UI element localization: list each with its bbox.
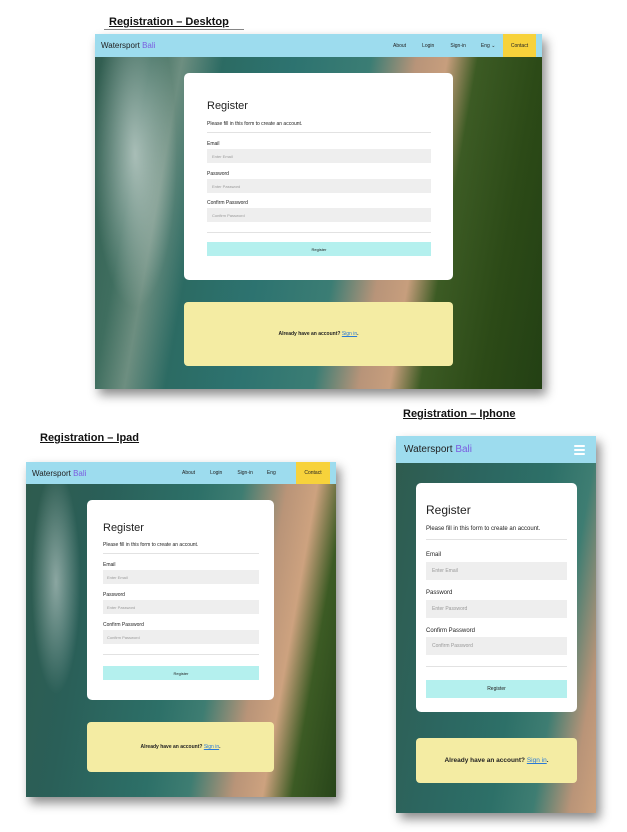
signin-link[interactable]: Sign in (204, 744, 219, 750)
signin-prompt-box: Already have an account? Sign in. (416, 738, 577, 783)
nav-links: About Login Sign-in Eng ⌄ (393, 34, 495, 57)
divider (426, 666, 567, 667)
email-field[interactable]: Enter Email (103, 570, 259, 584)
confirm-password-label: Confirm Password (207, 200, 248, 206)
password-field[interactable]: Enter Password (207, 179, 431, 193)
register-subtitle: Please fill in this form to create an ac… (207, 121, 303, 127)
nav-about[interactable]: About (393, 43, 406, 49)
signin-link[interactable]: Sign in (342, 331, 357, 337)
navbar: Watersport Bali About Login Sign-in Eng … (95, 34, 542, 57)
nav-login[interactable]: Login (210, 470, 222, 476)
password-placeholder: Enter Password (432, 606, 468, 612)
register-subtitle: Please fill in this form to create an ac… (103, 542, 199, 548)
desktop-title-rule (104, 29, 244, 30)
desktop-section-title: Registration – Desktop (109, 16, 229, 28)
password-placeholder: Enter Password (212, 183, 241, 189)
nav-about[interactable]: About (182, 470, 195, 476)
confirm-password-label: Confirm Password (103, 622, 144, 628)
confirm-password-placeholder: Confirm Password (107, 634, 140, 640)
nav-language[interactable]: Eng ⌄ (481, 43, 496, 49)
hamburger-menu-icon[interactable] (574, 445, 585, 455)
email-placeholder: Enter Email (212, 153, 233, 159)
brand-logo[interactable]: Watersport Bali (101, 41, 155, 50)
nav-signin[interactable]: Sign-in (450, 43, 466, 49)
divider (426, 539, 567, 540)
desktop-mockup: Watersport Bali About Login Sign-in Eng … (95, 34, 542, 389)
password-placeholder: Enter Password (107, 604, 136, 610)
signin-prompt-box: Already have an account? Sign in. (87, 722, 274, 772)
ipad-mockup: Watersport Bali About Login Sign-in Eng … (26, 462, 336, 797)
signin-suffix: . (219, 744, 221, 750)
signin-suffix: . (546, 757, 549, 764)
password-label: Password (207, 171, 229, 177)
register-button[interactable]: Register (207, 242, 431, 256)
register-heading: Register (207, 100, 248, 112)
email-label: Email (426, 552, 442, 558)
nav-language[interactable]: Eng (267, 470, 276, 476)
chevron-down-icon: ⌄ (491, 42, 496, 49)
navbar: Watersport Bali (396, 436, 596, 463)
register-card: Register Please fill in this form to cre… (416, 483, 577, 712)
register-subtitle: Please fill in this form to create an ac… (426, 526, 541, 532)
confirm-password-label: Confirm Password (426, 628, 476, 634)
email-label: Email (207, 141, 220, 147)
confirm-password-placeholder: Confirm Password (212, 212, 245, 218)
signin-prompt-text: Already have an account? (278, 331, 341, 337)
ipad-section-title: Registration – Ipad (40, 432, 140, 444)
register-heading: Register (426, 503, 471, 517)
nav-links: About Login Sign-in Eng (182, 462, 276, 484)
register-card: Register Please fill in this form to cre… (87, 500, 274, 700)
confirm-password-field[interactable]: Confirm Password (426, 637, 567, 655)
language-label: Eng (480, 42, 490, 49)
password-label: Password (103, 592, 125, 598)
iphone-section-title: Registration – Iphone (403, 408, 516, 420)
confirm-password-field[interactable]: Confirm Password (103, 630, 259, 644)
email-field[interactable]: Enter Email (426, 562, 567, 580)
navbar: Watersport Bali About Login Sign-in Eng … (26, 462, 336, 484)
confirm-password-field[interactable]: Confirm Password (207, 208, 431, 222)
email-field[interactable]: Enter Email (207, 149, 431, 163)
signin-prompt-box: Already have an account? Sign in. (184, 302, 453, 366)
nav-login[interactable]: Login (422, 43, 434, 49)
brand-accent: Bali (455, 444, 472, 455)
register-button[interactable]: Register (103, 666, 259, 680)
signin-suffix: . (357, 331, 359, 337)
brand-name: Watersport (101, 41, 140, 50)
register-heading: Register (103, 522, 144, 534)
contact-button[interactable]: Contact (296, 462, 330, 484)
contact-button[interactable]: Contact (503, 34, 536, 57)
brand-logo[interactable]: Watersport Bali (32, 469, 86, 478)
signin-prompt-text: Already have an account? (444, 757, 526, 764)
email-label: Email (103, 562, 116, 568)
divider (207, 232, 431, 233)
divider (103, 654, 259, 655)
signin-prompt-text: Already have an account? (140, 744, 203, 750)
brand-name: Watersport (32, 468, 71, 478)
register-card: Register Please fill in this form to cre… (184, 73, 453, 280)
iphone-mockup: Watersport Bali Register Please fill in … (396, 436, 596, 813)
brand-logo[interactable]: Watersport Bali (404, 444, 472, 455)
divider (103, 553, 259, 554)
email-placeholder: Enter Email (107, 574, 128, 580)
brand-name: Watersport (404, 444, 453, 455)
password-label: Password (426, 590, 453, 596)
brand-accent: Bali (73, 468, 87, 478)
register-button[interactable]: Register (426, 680, 567, 698)
language-label: Eng (266, 470, 276, 476)
password-field[interactable]: Enter Password (103, 600, 259, 614)
confirm-password-placeholder: Confirm Password (432, 643, 473, 649)
nav-signin[interactable]: Sign-in (237, 470, 253, 476)
signin-link[interactable]: Sign in (527, 757, 547, 764)
password-field[interactable]: Enter Password (426, 600, 567, 618)
brand-accent: Bali (142, 41, 156, 50)
divider (207, 132, 431, 133)
email-placeholder: Enter Email (432, 568, 458, 574)
